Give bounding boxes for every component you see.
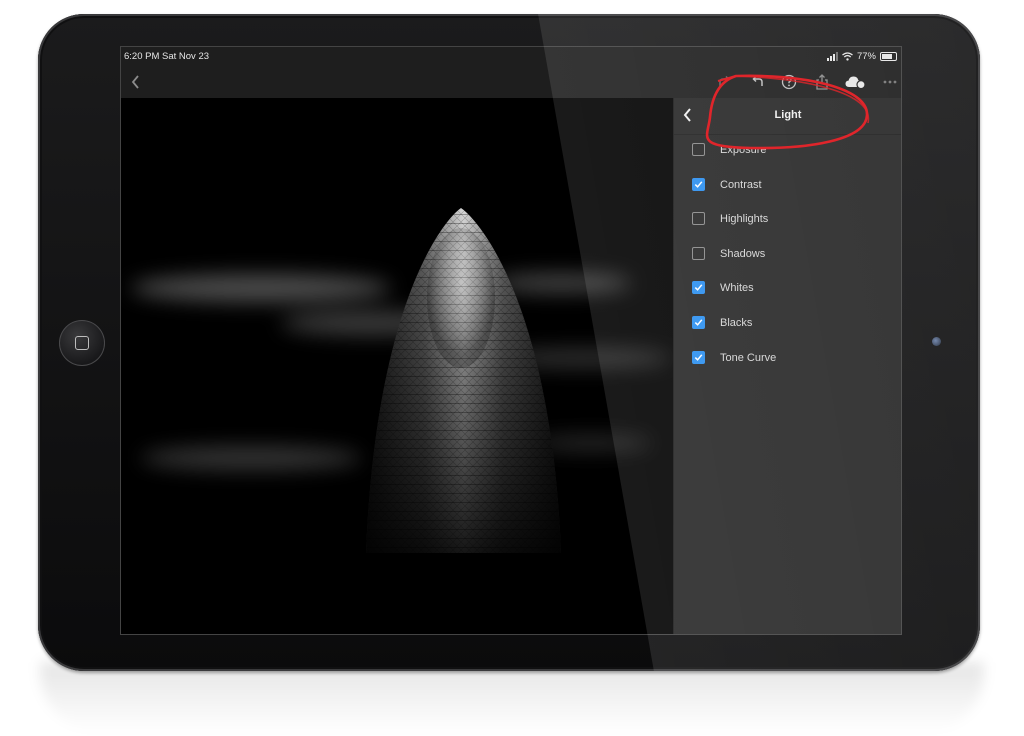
checkbox[interactable]: [692, 281, 705, 295]
status-bar: 6:20 PM Sat Nov 23 77%: [121, 47, 901, 66]
redo-icon[interactable]: [717, 73, 731, 91]
item-label: Contrast: [720, 178, 762, 191]
panel-item-contrast[interactable]: Contrast: [674, 169, 901, 204]
status-indicators: 77%: [826, 51, 897, 62]
checkmark-icon: [694, 319, 703, 326]
item-label: Exposure: [720, 144, 767, 156]
panel-header: Light: [674, 98, 901, 135]
checkmark-icon: [694, 180, 703, 188]
photo-canvas[interactable]: [121, 98, 673, 634]
undo-icon[interactable]: [751, 73, 765, 91]
help-icon[interactable]: [781, 73, 797, 91]
building-photo: [131, 208, 671, 553]
item-label: Shadows: [720, 247, 766, 260]
panel-item-exposure[interactable]: Exposure: [674, 134, 901, 169]
battery-icon: [880, 52, 897, 61]
wifi-icon: [842, 52, 853, 61]
more-icon[interactable]: [883, 73, 897, 91]
checkbox[interactable]: [692, 143, 705, 156]
device-reflection: [40, 662, 984, 732]
camera-icon: [932, 337, 941, 346]
screen: 6:20 PM Sat Nov 23 77% Light Exposure Co…: [121, 47, 901, 634]
panel-item-whites[interactable]: Whites: [674, 272, 901, 307]
signal-icon: [826, 52, 838, 61]
battery-percent: 77%: [856, 51, 876, 62]
panel-item-highlights[interactable]: Highlights: [674, 203, 901, 238]
panel-title: Light: [774, 109, 802, 121]
item-label: Blacks: [720, 316, 753, 329]
cloud-sync-icon[interactable]: [845, 73, 867, 91]
panel-list: Exposure Contrast Highlights Shadows Whi…: [674, 134, 901, 376]
checkmark-icon: [694, 284, 703, 292]
item-label: Highlights: [720, 213, 769, 226]
panel-item-blacks[interactable]: Blacks: [674, 307, 901, 342]
back-chevron-icon[interactable]: [131, 73, 141, 91]
checkmark-icon: [694, 353, 703, 361]
item-label: Tone Curve: [720, 351, 777, 364]
checkbox[interactable]: [692, 212, 705, 226]
item-label: Whites: [720, 282, 754, 295]
checkbox[interactable]: [692, 177, 705, 191]
status-time: 6:20 PM Sat Nov 23: [124, 51, 210, 62]
share-icon[interactable]: [815, 73, 829, 91]
light-panel: Light Exposure Contrast Highlights Shado…: [673, 98, 901, 634]
checkbox[interactable]: [692, 246, 705, 260]
panel-item-tone-curve[interactable]: Tone Curve: [674, 342, 901, 377]
toolbar: [121, 66, 901, 98]
home-button[interactable]: [59, 320, 105, 366]
checkbox[interactable]: [692, 350, 705, 364]
panel-item-shadows[interactable]: Shadows: [674, 238, 901, 273]
home-square-icon: [75, 336, 89, 350]
checkbox[interactable]: [692, 315, 705, 329]
